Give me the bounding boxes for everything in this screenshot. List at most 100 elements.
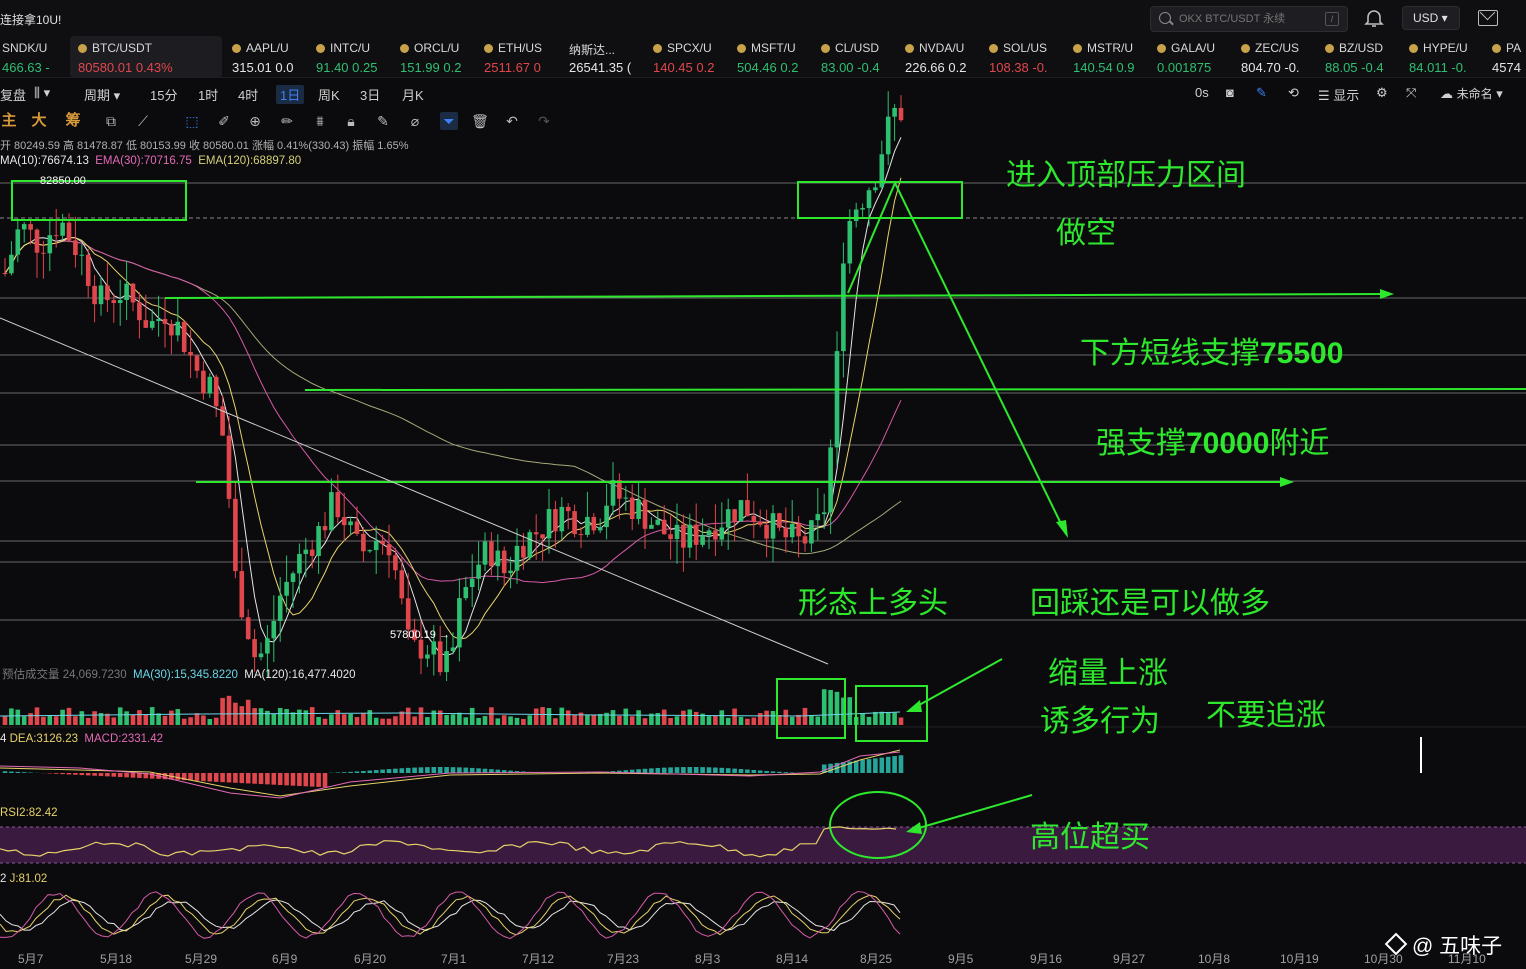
volume-bar: [444, 714, 449, 725]
candle-body: [117, 300, 123, 304]
volume-readout: 预估成交量 24,069.7230 MA(30):15,345.8220 MA(…: [2, 669, 356, 681]
candle-body: [143, 320, 149, 328]
volume-bar: [681, 710, 686, 725]
macd-bar: [751, 769, 757, 773]
price-chart[interactable]: [0, 0, 1526, 969]
high-price-label: 82850.00: [40, 175, 86, 187]
macd-bar: [713, 767, 718, 773]
volume-bar: [34, 707, 40, 725]
volume-bar: [482, 716, 488, 725]
kdj-line: [0, 899, 901, 932]
volume-bar: [642, 718, 648, 725]
volume-bar: [341, 714, 347, 725]
candle-body: [489, 541, 494, 567]
candle-body: [207, 376, 213, 394]
volume-bar: [175, 709, 181, 725]
ma-yellow-curve: [4, 177, 902, 640]
candles: [2, 91, 904, 681]
volume-bar: [188, 717, 193, 725]
candle-body: [655, 519, 661, 525]
candle-body: [604, 505, 609, 528]
macd-bar: [265, 773, 270, 785]
annotation-short-support: 下方短线支撑75500: [1080, 336, 1344, 371]
volume-bar: [258, 708, 264, 725]
candle-body: [233, 498, 238, 572]
candle-body: [252, 639, 257, 658]
candle-body: [732, 509, 737, 522]
macd-bar: [476, 768, 481, 773]
volume-bar: [425, 717, 430, 725]
volume-bar: [559, 707, 565, 725]
candle-body: [41, 252, 46, 254]
macd-bar: [687, 767, 693, 773]
candle-body: [73, 240, 78, 256]
macd-bar: [399, 768, 405, 773]
macd-bar: [15, 771, 21, 773]
volume-bar: [220, 697, 225, 725]
candle-body: [533, 532, 539, 535]
candle-body: [713, 530, 718, 540]
macd-bar: [373, 770, 379, 773]
macd-bar: [53, 773, 59, 774]
volume-bar: [124, 711, 129, 725]
volume-bar: [213, 717, 219, 725]
volume-bar: [47, 715, 53, 725]
volume-bar: [885, 712, 891, 725]
volume-bar: [405, 707, 411, 725]
candle-body: [597, 527, 603, 531]
x-axis-tick: 5月29: [185, 952, 218, 966]
candle-body: [815, 514, 821, 521]
logo-icon: [1384, 932, 1408, 956]
macd-bar: [117, 773, 123, 778]
candle-body: [764, 524, 769, 539]
macd-bar: [655, 767, 661, 773]
candle-body: [297, 553, 302, 574]
volume-bar: [572, 715, 577, 725]
macd-bar: [2, 771, 8, 773]
volume-bar: [137, 710, 142, 725]
macd-bar: [284, 773, 289, 786]
macd-bar: [738, 769, 744, 773]
macd-bar: [681, 767, 686, 773]
volume-bar: [463, 717, 469, 725]
macd-bar: [252, 773, 257, 784]
macd-bar: [92, 773, 97, 776]
volume-bar: [181, 718, 187, 725]
volume-bar: [297, 709, 302, 725]
macd-bar: [105, 773, 110, 777]
volume-bar: [553, 718, 558, 725]
candle-body: [821, 512, 827, 515]
volume-bar: [860, 713, 865, 725]
macd-bar: [380, 769, 385, 773]
candle-body: [706, 530, 712, 536]
low-price-label: 57800.19 →: [390, 629, 450, 641]
candle-body: [828, 447, 833, 513]
candle-body: [898, 107, 904, 121]
macd-bar: [207, 773, 213, 782]
volume-bar: [2, 716, 8, 725]
macd-bar: [367, 770, 373, 773]
volume-bar: [687, 709, 693, 725]
volume-bar: [162, 715, 168, 725]
macd-bar: [745, 769, 750, 773]
candle-body: [636, 500, 641, 519]
candle-body: [687, 524, 693, 548]
candle-body: [309, 549, 315, 556]
macd-bar: [757, 770, 763, 773]
volume-bar: [329, 714, 334, 725]
macd-bar: [175, 773, 181, 780]
candle-body: [226, 435, 232, 499]
candle-body: [290, 573, 296, 582]
macd-bar: [668, 767, 673, 773]
volume-bar: [623, 708, 629, 725]
volume-bar: [245, 699, 251, 725]
volume-bar: [265, 710, 270, 725]
macd-bar: [194, 773, 200, 781]
volume-bar: [271, 714, 277, 725]
x-axis-tick: 9月5: [948, 952, 974, 966]
candle-body: [367, 550, 373, 552]
volume-bar: [847, 697, 853, 725]
volume-bar: [354, 717, 360, 725]
macd-bar: [636, 769, 641, 773]
candle-body: [476, 564, 481, 579]
